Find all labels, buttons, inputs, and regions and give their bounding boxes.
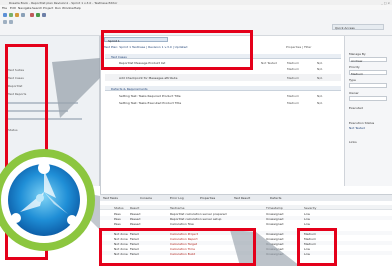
highlight-severity	[297, 228, 337, 266]
app-logo	[0, 140, 96, 258]
highlight-editor-header	[101, 30, 253, 70]
highlight-results	[99, 228, 256, 266]
callout-ray-top	[52, 58, 100, 118]
app-logo-icon	[0, 149, 95, 251]
